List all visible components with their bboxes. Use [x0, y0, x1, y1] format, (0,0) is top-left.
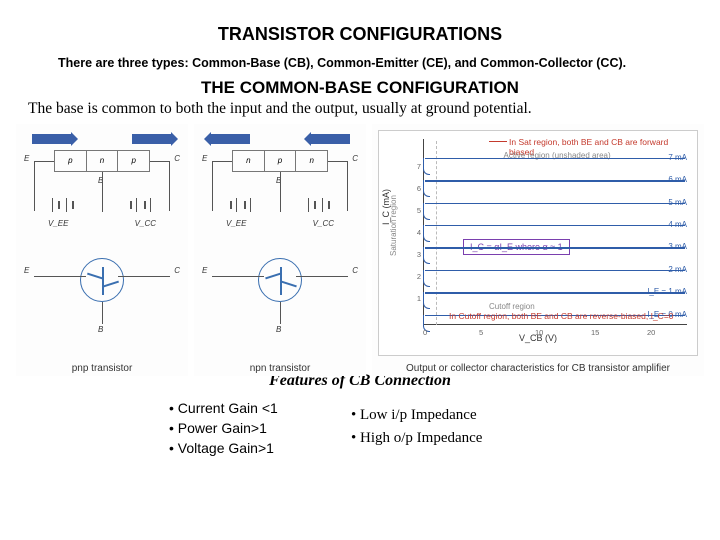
graph-curve-label: 6 mA	[668, 175, 687, 184]
terminal-e-label: E	[202, 154, 207, 163]
terminal-e-label: E	[24, 154, 29, 163]
npn-block: n p n	[232, 150, 328, 172]
battery-vcc-icon	[296, 198, 342, 218]
terminal-e-label-2: E	[24, 266, 29, 275]
graph-note-cutoff: In Cutoff region, both BE and CB are rev…	[449, 311, 674, 321]
pnp-seg-1: n	[87, 151, 119, 171]
graph-ytick: 5	[403, 206, 421, 215]
pnp-seg-0: p	[55, 151, 87, 171]
battery-vee-icon	[218, 198, 264, 218]
section-subtitle: THE COMMON-BASE CONFIGURATION	[0, 76, 720, 100]
npn-seg-2: n	[296, 151, 327, 171]
graph-curve-label: I_E = 1 mA	[647, 287, 687, 296]
terminal-c-label: C	[174, 154, 180, 163]
graph-xtick: 15	[591, 328, 599, 337]
graph-curve-label: 4 mA	[668, 220, 687, 229]
graph-ytick: 3	[403, 250, 421, 259]
features-col-1: • Current Gain <1 • Power Gain>1 • Volta…	[169, 398, 339, 459]
terminal-e-label-2: E	[202, 266, 207, 275]
graph-ytick: 2	[403, 272, 421, 281]
diagram-npn: n p n E C B V_EE V_CC	[194, 124, 366, 376]
graph-curve-label: 5 mA	[668, 198, 687, 207]
graph-xtick: 5	[479, 328, 483, 337]
feature-item: • Voltage Gain>1	[169, 438, 339, 458]
intro-text: There are three types: Common-Base (CB),…	[18, 55, 720, 76]
feature-item: • High o/p Impedance	[351, 427, 551, 450]
graph-caption: Output or collector characteristics for …	[372, 363, 704, 374]
arrow-ie-icon	[210, 134, 250, 144]
battery-vee-icon	[40, 198, 86, 218]
graph-curve-label: 7 mA	[668, 153, 687, 162]
diagram-pnp: p n p E C B V_EE V_CC	[16, 124, 188, 376]
battery-vcc-icon	[118, 198, 164, 218]
npn-caption: npn transistor	[194, 363, 366, 374]
npn-seg-0: n	[233, 151, 265, 171]
npn-seg-1: p	[265, 151, 297, 171]
graph-curve: 5 mA	[425, 203, 685, 204]
graph-ytick: 7	[403, 162, 421, 171]
graph-ytick: 6	[403, 184, 421, 193]
arrow-ie-icon	[32, 134, 72, 144]
pnp-symbol-icon	[80, 258, 124, 302]
npn-symbol-icon	[258, 258, 302, 302]
terminal-b-label-2: B	[98, 325, 103, 334]
feature-item: • Power Gain>1	[169, 418, 339, 438]
graph-area: I_C (mA) V_CB (V) In Sat region, both BE…	[378, 130, 698, 356]
graph-xtick: 0	[423, 328, 427, 337]
graph-xtick: 10	[535, 328, 543, 337]
graph-curve: 7 mA	[425, 158, 685, 159]
graph-curve-label: 2 mA	[668, 265, 687, 274]
graph-curve-label: 3 mA	[668, 242, 687, 251]
terminal-b-label-2: B	[276, 325, 281, 334]
graph-ytick: 1	[403, 294, 421, 303]
section-description: The base is common to both the input and…	[0, 100, 720, 124]
graph-region-sat: Saturation region	[389, 195, 398, 256]
pnp-caption: pnp transistor	[16, 363, 188, 374]
graph-curve: 6 mA	[425, 180, 685, 181]
graph-ytick: 4	[403, 228, 421, 237]
arrow-ic-icon	[310, 134, 350, 144]
pnp-block: p n p	[54, 150, 150, 172]
terminal-c-label: C	[352, 154, 358, 163]
figure-row: p n p E C B V_EE V_CC	[0, 124, 720, 376]
pnp-seg-2: p	[118, 151, 149, 171]
graph-curve: 3 mA	[425, 247, 685, 248]
arrow-ic-icon	[132, 134, 172, 144]
terminal-c-label-2: C	[174, 266, 180, 275]
features-columns: • Current Gain <1 • Power Gain>1 • Volta…	[0, 390, 720, 459]
terminal-c-label-2: C	[352, 266, 358, 275]
feature-item: • Low i/p Impedance	[351, 404, 551, 427]
diagram-output-characteristics: I_C (mA) V_CB (V) In Sat region, both BE…	[372, 124, 704, 376]
supply-vcc-label: V_CC	[313, 219, 334, 228]
page-title: TRANSISTOR CONFIGURATIONS	[0, 0, 720, 55]
graph-curve: I_E = 1 mA	[425, 292, 685, 293]
supply-vee-label: V_EE	[48, 219, 68, 228]
supply-vcc-label: V_CC	[135, 219, 156, 228]
graph-curve: 2 mA	[425, 270, 685, 271]
supply-vee-label: V_EE	[226, 219, 246, 228]
graph-region-cutoff: Cutoff region	[489, 302, 535, 311]
graph-curve: 4 mA	[425, 225, 685, 226]
graph-xtick: 20	[647, 328, 655, 337]
features-col-2: • Low i/p Impedance • High o/p Impedance	[351, 398, 551, 459]
feature-item: • Current Gain <1	[169, 398, 339, 418]
